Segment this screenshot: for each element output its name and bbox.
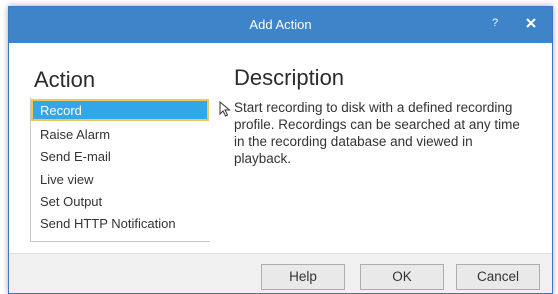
cancel-button[interactable]: Cancel: [456, 264, 540, 290]
description-heading: Description: [234, 65, 345, 90]
action-item-send-http-notification[interactable]: Send HTTP Notification: [34, 213, 176, 235]
action-list[interactable]: Record Raise Alarm Send E-mail Live view…: [30, 97, 210, 242]
action-item-send-email[interactable]: Send E-mail: [34, 146, 111, 168]
dialog-title: Add Action: [249, 17, 312, 32]
dialog-titlebar: Add Action ?: [9, 7, 552, 43]
mouse-pointer-icon: [219, 101, 231, 117]
close-icon: [526, 18, 536, 28]
ok-button[interactable]: OK: [360, 264, 444, 290]
action-item-set-output[interactable]: Set Output: [34, 191, 102, 213]
screen: Add Action ? Action Description Record R…: [0, 0, 558, 294]
dialog-footer: Help OK Cancel: [9, 253, 552, 293]
action-description: Start recording to disk with a defined r…: [234, 100, 520, 166]
help-button[interactable]: Help: [261, 264, 345, 290]
action-item-record[interactable]: Record: [31, 99, 209, 121]
action-heading: Action: [34, 67, 96, 92]
action-item-raise-alarm[interactable]: Raise Alarm: [34, 124, 110, 146]
close-button[interactable]: [520, 12, 542, 34]
title-help-button[interactable]: ?: [486, 13, 504, 33]
add-action-dialog: Add Action ? Action Description Record R…: [8, 6, 553, 294]
action-item-live-view[interactable]: Live view: [34, 169, 93, 191]
